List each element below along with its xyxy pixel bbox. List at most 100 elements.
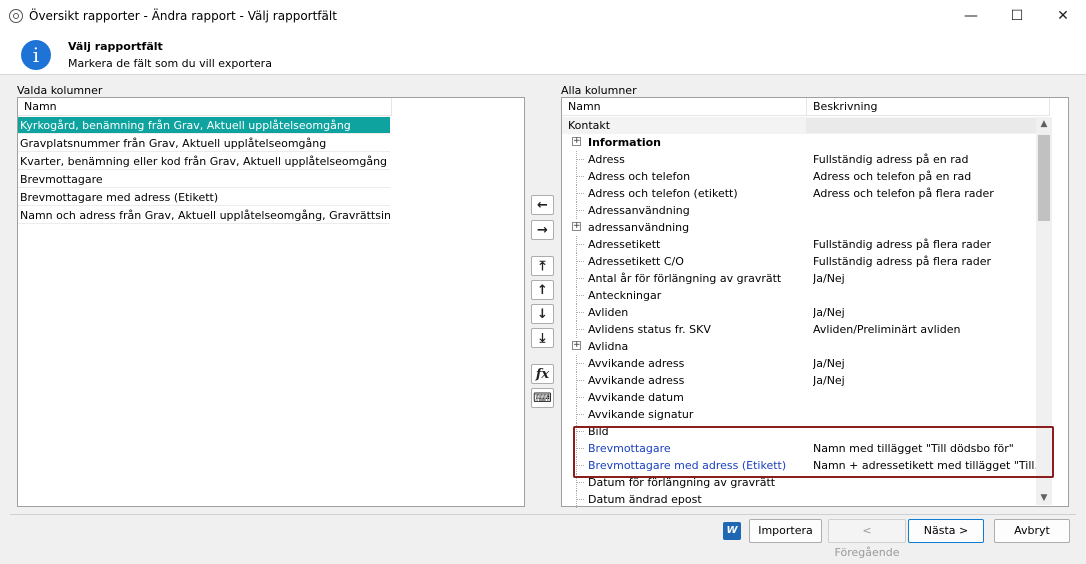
tree-item-name: Adressetikett: [588, 238, 661, 251]
tree-item[interactable]: Adress och telefon Adress och telefon på …: [562, 168, 1049, 185]
tree-item[interactable]: Avvikande adress Ja/Nej: [562, 355, 1049, 372]
tree-item[interactable]: Avvikande datum: [562, 389, 1049, 406]
add-column-button[interactable]: →: [531, 220, 554, 240]
tree-line: [576, 295, 584, 296]
tree-item-name: Avvikande adress: [588, 357, 685, 370]
tree-line: [576, 193, 584, 194]
tree-line: [576, 312, 584, 313]
tree-line: [576, 176, 584, 177]
tree-group-contact[interactable]: Kontakt: [562, 117, 1049, 134]
tree-item-description: Adress och telefon på flera rader: [813, 187, 994, 200]
tree-item[interactable]: + Avlidna: [562, 338, 1049, 355]
tree-item[interactable]: Anteckningar: [562, 287, 1049, 304]
tree-item-name: Avliden: [588, 306, 629, 319]
app-gear-icon: [9, 9, 23, 23]
tree-item-name: Antal år för förlängning av gravrätt: [588, 272, 782, 285]
tree-item[interactable]: Antal år för förlängning av gravrätt Ja/N…: [562, 270, 1049, 287]
tree-item-description: Ja/Nej: [813, 272, 845, 285]
selected-column-row[interactable]: Brevmottagare med adress (Etikett): [18, 189, 390, 206]
previous-button[interactable]: < Föregående: [828, 519, 906, 559]
tree-line: [576, 278, 584, 279]
tree-item-name: Adressanvändning: [588, 204, 690, 217]
window-title: Översikt rapporter - Ändra rapport - Väl…: [29, 9, 337, 23]
tree-line: [576, 397, 584, 398]
tree-item-description: Avliden/Preliminärt avliden: [813, 323, 961, 336]
tree-item[interactable]: Adressanvändning: [562, 202, 1049, 219]
tree-line: [576, 329, 584, 330]
move-bottom-button[interactable]: ⤓: [531, 328, 554, 348]
minimize-button[interactable]: —: [948, 0, 994, 32]
tree-item-description: Fullständig adress på en rad: [813, 153, 969, 166]
page-title: Välj rapportfält: [68, 40, 163, 53]
tree-line: [576, 261, 584, 262]
tree-line: [576, 380, 584, 381]
tree-item-name: Avvikande adress: [588, 374, 685, 387]
tree-item-name: Avlidna: [588, 340, 629, 353]
selected-column-row[interactable]: Namn och adress från Grav, Aktuell upplå…: [18, 207, 390, 224]
info-icon: i: [21, 40, 51, 70]
scroll-down-icon[interactable]: ▼: [1036, 491, 1052, 505]
maximize-button[interactable]: ☐: [994, 0, 1040, 32]
group-description: [806, 118, 1049, 133]
tree-item-name: adressanvändning: [588, 221, 690, 234]
tree-item-description: Fullständig adress på flera rader: [813, 255, 992, 268]
tree-item-description: Ja/Nej: [813, 306, 845, 319]
selected-column-row[interactable]: Brevmottagare: [18, 171, 390, 188]
tree-item-description: Ja/Nej: [813, 374, 845, 387]
page-subtitle: Markera de fält som du vill exportera: [68, 57, 272, 70]
remove-column-button[interactable]: ←: [531, 195, 554, 215]
tree-item-name: Anteckningar: [588, 289, 662, 302]
footer-divider: [10, 514, 1076, 515]
tree-item-name: Adressetikett C/O: [588, 255, 684, 268]
tree-item-name: Datum ändrad epost: [588, 493, 702, 506]
tree-line: [576, 159, 584, 160]
move-top-button[interactable]: ⤒: [531, 256, 554, 276]
tree-item[interactable]: Adressetikett C/O Fullständig adress på f…: [562, 253, 1049, 270]
tree-item[interactable]: + Information: [562, 134, 1049, 151]
keyboard-button[interactable]: ⌨: [531, 388, 554, 408]
close-button[interactable]: ✕: [1040, 0, 1086, 32]
formula-button[interactable]: fx: [531, 364, 554, 384]
move-up-button[interactable]: ↑: [531, 280, 554, 300]
tree-item[interactable]: Avliden Ja/Nej: [562, 304, 1049, 321]
expand-icon[interactable]: +: [572, 341, 581, 350]
tree-line: [576, 414, 584, 415]
tree-item-name: Information: [588, 136, 661, 149]
expand-icon[interactable]: +: [572, 222, 581, 231]
tree-item-name: Adress och telefon: [588, 170, 691, 183]
tree-line: [576, 363, 584, 364]
cancel-button[interactable]: Avbryt: [994, 519, 1070, 543]
column-header-description[interactable]: Beskrivning: [807, 98, 1050, 116]
tree-item[interactable]: Avlidens status fr. SKV Avliden/Preliminä…: [562, 321, 1049, 338]
tree-item-name: Adress och telefon (etikett): [588, 187, 738, 200]
tree-line: [576, 244, 584, 245]
tree-item-description: Adress och telefon på en rad: [813, 170, 972, 183]
selected-column-row[interactable]: Gravplatsnummer från Grav, Aktuell upplå…: [18, 135, 390, 152]
selected-column-row[interactable]: Kvarter, benämning eller kod från Grav, …: [18, 153, 390, 170]
next-button[interactable]: Nästa >: [908, 519, 984, 543]
tree-item[interactable]: Adress Fullständig adress på en rad: [562, 151, 1049, 168]
tree-item[interactable]: Avvikande adress Ja/Nej: [562, 372, 1049, 389]
tree-item-name: Adress: [588, 153, 625, 166]
scroll-up-icon[interactable]: ▲: [1036, 117, 1052, 131]
title-bar: Översikt rapporter - Ändra rapport - Väl…: [0, 0, 1086, 32]
selected-columns-list[interactable]: Namn Kyrkogård, benämning från Grav, Akt…: [17, 97, 525, 507]
word-icon[interactable]: W: [723, 522, 741, 540]
tree-item[interactable]: Datum ändrad epost: [562, 491, 1049, 508]
column-header-name[interactable]: Namn: [562, 98, 807, 116]
import-button[interactable]: Importera: [749, 519, 822, 543]
scroll-thumb[interactable]: [1038, 135, 1050, 221]
tree-item[interactable]: + adressanvändning: [562, 219, 1049, 236]
expand-icon[interactable]: +: [572, 137, 581, 146]
all-columns-label: Alla kolumner: [561, 84, 637, 97]
move-down-button[interactable]: ↓: [531, 304, 554, 324]
tree-item-description: Fullständig adress på flera rader: [813, 238, 992, 251]
tree-item[interactable]: Adressetikett Fullständig adress på flera…: [562, 236, 1049, 253]
selected-column-row[interactable]: Kyrkogård, benämning från Grav, Aktuell …: [18, 117, 390, 134]
tree-item-name: Avlidens status fr. SKV: [588, 323, 711, 336]
tree-item[interactable]: Avvikande signatur: [562, 406, 1049, 423]
tree-item-description: Ja/Nej: [813, 357, 845, 370]
tree-line: [576, 210, 584, 211]
tree-item[interactable]: Adress och telefon (etikett) Adress och t…: [562, 185, 1049, 202]
column-header-name[interactable]: Namn: [18, 98, 392, 116]
